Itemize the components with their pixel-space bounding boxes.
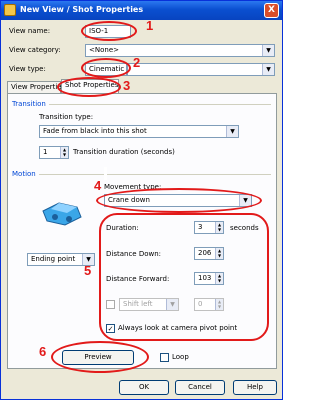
point-value: Ending point bbox=[31, 255, 76, 263]
duration-input[interactable]: 3 ▲ ▼ bbox=[194, 221, 224, 234]
spinner-arrows-icon[interactable]: ▲ ▼ bbox=[215, 248, 223, 259]
loop-checkbox[interactable] bbox=[160, 353, 169, 362]
view-category-label: View category: bbox=[9, 46, 61, 54]
view-type-value: Cinematic bbox=[89, 65, 125, 73]
chevron-down-icon: ▼ bbox=[226, 126, 238, 137]
camera-preview-icon bbox=[42, 202, 82, 226]
preview-button[interactable]: Preview bbox=[62, 350, 134, 365]
distance-down-value: 206 bbox=[198, 249, 212, 257]
view-category-dropdown[interactable]: <None> ▼ bbox=[85, 44, 275, 57]
chevron-down-icon: ▼ bbox=[262, 45, 274, 56]
spacer bbox=[104, 167, 107, 180]
tab-shot-properties[interactable]: Shot Properties bbox=[61, 79, 119, 94]
transition-divider bbox=[49, 104, 271, 105]
view-type-label: View type: bbox=[9, 65, 46, 73]
transition-type-value: Fade from black into this shot bbox=[43, 127, 147, 135]
chevron-down-icon: ▼ bbox=[262, 64, 274, 75]
annotation-number-6: 6 bbox=[39, 344, 47, 359]
transition-duration-input[interactable]: 1 ▲ ▼ bbox=[39, 146, 69, 159]
distance-forward-label: Distance Forward: bbox=[106, 275, 170, 283]
view-name-input[interactable]: ISO-1 bbox=[85, 25, 131, 38]
movement-type-dropdown[interactable]: Crane down ▼ bbox=[104, 194, 252, 207]
annotation-number-1: 1 bbox=[146, 18, 154, 33]
always-look-label: Always look at camera pivot point bbox=[118, 324, 238, 332]
distance-down-input[interactable]: 206 ▲ ▼ bbox=[194, 247, 224, 260]
transition-group-title: Transition bbox=[12, 100, 46, 108]
transition-type-dropdown[interactable]: Fade from black into this shot ▼ bbox=[39, 125, 239, 138]
annotation-number-5: 5 bbox=[84, 263, 92, 278]
shift-dropdown[interactable]: Shift left ▼ bbox=[119, 298, 179, 311]
tab-view-properties[interactable]: View Properties bbox=[7, 81, 65, 93]
app-icon bbox=[4, 4, 16, 16]
view-type-dropdown-arrow[interactable]: ▼ bbox=[127, 63, 275, 76]
transition-type-label: Transition type: bbox=[39, 113, 94, 121]
duration-unit: seconds bbox=[230, 224, 259, 232]
window-title: New View / Shot Properties bbox=[20, 5, 144, 14]
chevron-down-icon: ▼ bbox=[239, 195, 251, 206]
help-button[interactable]: Help bbox=[233, 380, 277, 395]
transition-duration-value: 1 bbox=[43, 148, 48, 156]
distance-forward-value: 103 bbox=[198, 274, 212, 282]
motion-group-title: Motion bbox=[12, 170, 36, 178]
shift-value: Shift left bbox=[123, 300, 153, 308]
view-type-dropdown[interactable]: Cinematic bbox=[85, 63, 127, 76]
distance-forward-input[interactable]: 103 ▲ ▼ bbox=[194, 272, 224, 285]
close-button[interactable]: X bbox=[264, 3, 279, 18]
duration-label: Duration: bbox=[106, 224, 139, 232]
movement-type-label: Movement type: bbox=[104, 183, 162, 191]
always-look-checkbox[interactable]: ✓ bbox=[106, 324, 115, 333]
shift-amount-input[interactable]: 0 ▲ ▼ bbox=[194, 298, 224, 311]
title-bar: New View / Shot Properties X bbox=[1, 1, 282, 20]
view-name-label: View name: bbox=[9, 27, 51, 35]
cancel-button[interactable]: Cancel bbox=[175, 380, 225, 395]
transition-duration-label: Transition duration (seconds) bbox=[73, 148, 175, 156]
annotation-number-4: 4 bbox=[94, 178, 102, 193]
loop-label: Loop bbox=[172, 353, 189, 361]
spinner-arrows-icon[interactable]: ▲ ▼ bbox=[215, 273, 223, 284]
ok-button[interactable]: OK bbox=[119, 380, 169, 395]
annotation-number-3: 3 bbox=[123, 78, 131, 93]
shift-amount-value: 0 bbox=[198, 300, 203, 308]
view-category-value: <None> bbox=[89, 46, 119, 54]
dialog-window: New View / Shot Properties X View name: … bbox=[0, 0, 283, 400]
annotation-number-2: 2 bbox=[133, 55, 141, 70]
spinner-arrows-icon[interactable]: ▲ ▼ bbox=[215, 222, 223, 233]
spinner-arrows-icon[interactable]: ▲ ▼ bbox=[60, 147, 68, 158]
spinner-arrows-icon[interactable]: ▲ ▼ bbox=[215, 299, 223, 310]
duration-value: 3 bbox=[198, 223, 203, 231]
motion-divider bbox=[39, 174, 271, 175]
distance-down-label: Distance Down: bbox=[106, 250, 162, 258]
shift-checkbox[interactable] bbox=[106, 300, 115, 309]
chevron-down-icon: ▼ bbox=[166, 299, 178, 310]
movement-type-value: Crane down bbox=[108, 196, 150, 204]
